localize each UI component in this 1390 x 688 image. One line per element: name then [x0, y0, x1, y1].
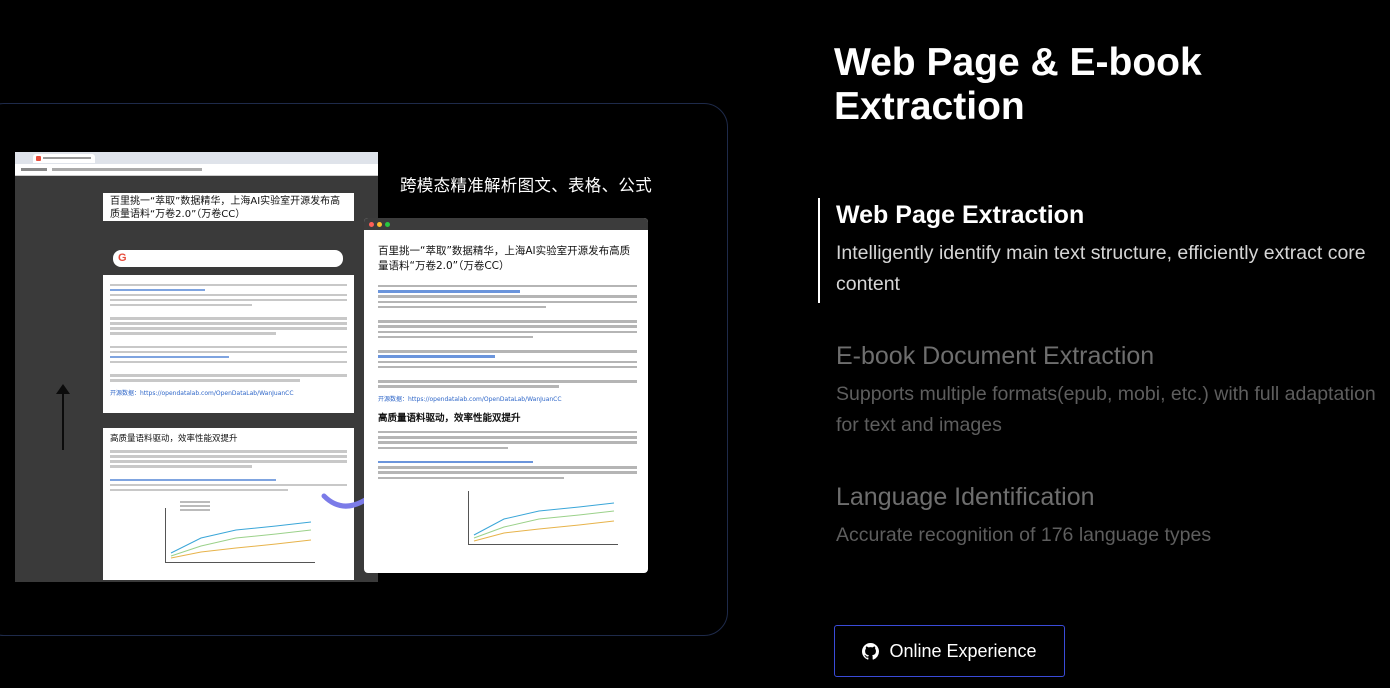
- online-experience-label: Online Experience: [889, 640, 1037, 661]
- parsed-chart-thumbnail: [378, 483, 637, 553]
- feature-title: Language Identification: [836, 483, 1095, 511]
- feature-list: Web Page Extraction Intelligently identi…: [818, 198, 1388, 551]
- minimize-dot-icon: [377, 221, 382, 227]
- parsed-open-data-link: 开源数据：https://opendatalab.com/OpenDataLab…: [378, 395, 562, 403]
- feature-title: E-book Document Extraction: [836, 342, 1155, 370]
- online-experience-button[interactable]: Online Experience: [834, 625, 1065, 677]
- source-highlight-body: 开源数据：https://opendatalab.com/OpenDataLab…: [103, 275, 354, 413]
- browser-urlbar: [15, 164, 378, 176]
- feature-language-identification[interactable]: Language Identification Accurate recogni…: [818, 480, 1388, 551]
- close-dot-icon: [369, 221, 374, 227]
- google-logo-icon: G: [118, 252, 127, 264]
- favicon-icon: [36, 155, 41, 161]
- feature-description: Intelligently identify main text structu…: [836, 242, 1366, 295]
- source-open-data-link: 开源数据：https://opendatalab.com/OpenDataLab…: [110, 389, 294, 397]
- section-title: Web Page & E-book Extraction: [834, 41, 1202, 128]
- browser-tab: [33, 153, 95, 163]
- source-ad-bar: G: [113, 250, 343, 267]
- source-highlight-title: 百里挑一“萃取”数据精华，上海AI实验室开源发布高质量语料“万卷2.0”（万卷C…: [103, 193, 354, 221]
- demo-caption: 跨模态精准解析图文、表格、公式: [400, 176, 652, 195]
- github-icon: [862, 642, 880, 660]
- source-section-heading: 高质量语料驱动，效率性能双提升: [110, 434, 238, 444]
- feature-description: Supports multiple formats(epub, mobi, et…: [836, 383, 1376, 436]
- parsed-section-heading: 高质量语料驱动，效率性能双提升: [378, 412, 521, 424]
- feature-title: Web Page Extraction: [836, 201, 1085, 229]
- window-titlebar: [364, 218, 648, 230]
- parsed-title: 百里挑一“萃取”数据精华，上海AI实验室开源发布高质量语料“万卷2.0”（万卷C…: [378, 245, 631, 272]
- source-chart-thumbnail: [110, 499, 347, 569]
- source-highlight-section: 高质量语料驱动，效率性能双提升: [103, 428, 354, 580]
- parsed-document-preview: 百里挑一“萃取”数据精华，上海AI实验室开源发布高质量语料“万卷2.0”（万卷C…: [364, 218, 648, 573]
- feature-ebook-extraction[interactable]: E-book Document Extraction Supports mult…: [818, 339, 1388, 444]
- arrow-up-icon: [53, 382, 73, 452]
- browser-tabbar: [15, 152, 378, 164]
- feature-description: Accurate recognition of 176 language typ…: [836, 524, 1212, 546]
- maximize-dot-icon: [385, 221, 390, 227]
- feature-web-page-extraction[interactable]: Web Page Extraction Intelligently identi…: [818, 198, 1388, 303]
